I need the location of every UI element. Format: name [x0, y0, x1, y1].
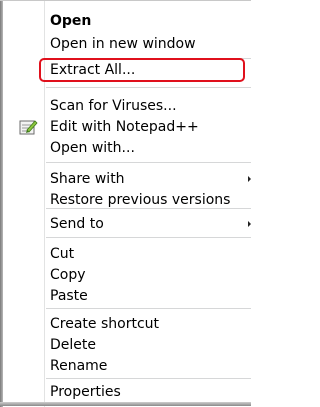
menu-bottom-edge: [0, 402, 251, 406]
menu-item-delete[interactable]: Delete: [50, 334, 245, 356]
menu-separator: [46, 378, 251, 379]
menu-item-rename[interactable]: Rename: [50, 355, 245, 377]
menu-item-create-shortcut[interactable]: Create shortcut: [50, 313, 245, 335]
group-7-8-layer: Create shortcut Delete Rename Properties: [0, 0, 251, 406]
menu-item-properties[interactable]: Properties: [50, 381, 245, 403]
